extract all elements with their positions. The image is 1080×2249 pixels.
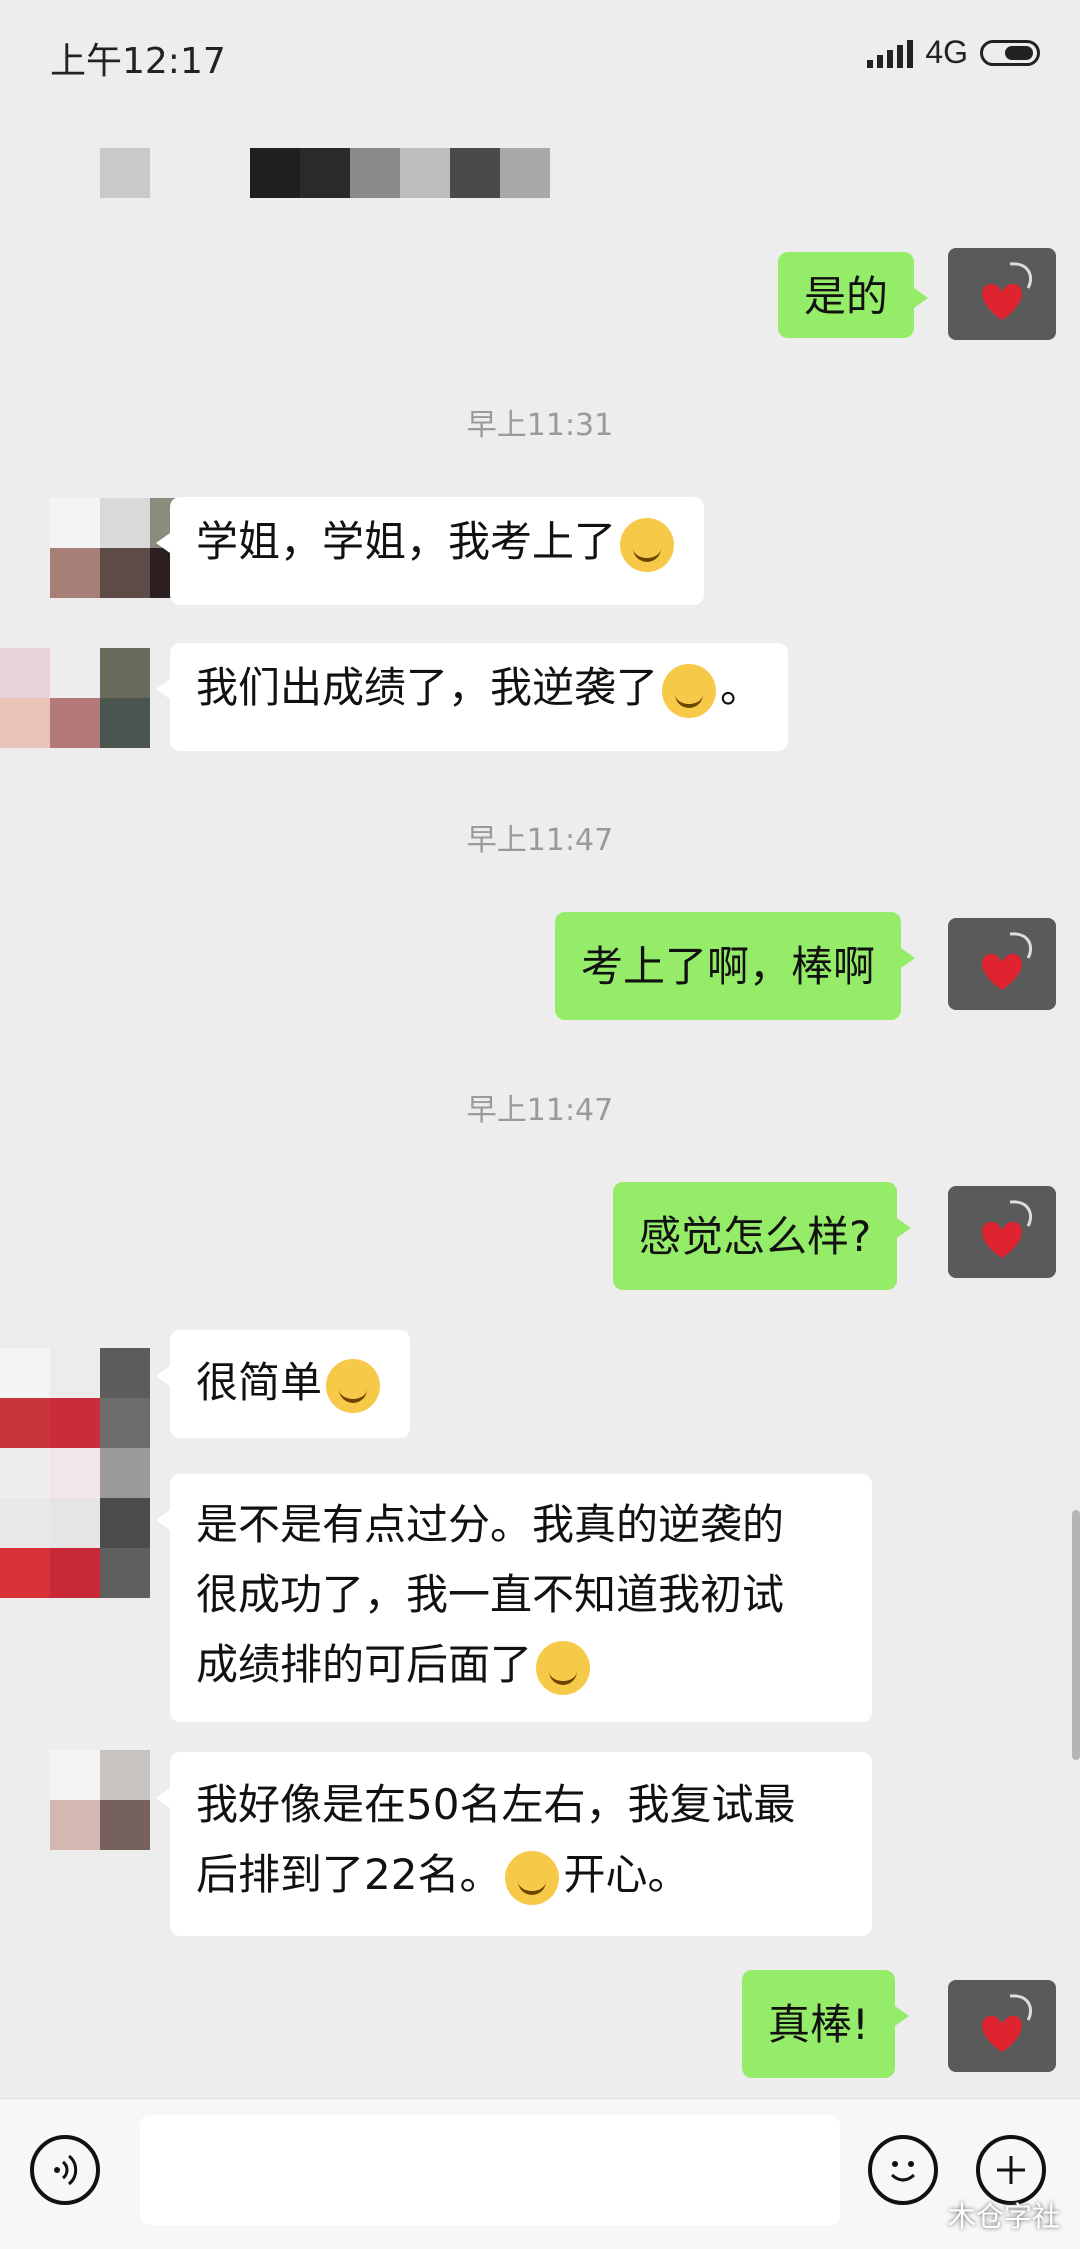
- voice-button[interactable]: [30, 2135, 100, 2205]
- message-contact[interactable]: 我们出成绩了，我逆袭了。: [155, 643, 789, 751]
- message-self[interactable]: 感觉怎么样?: [613, 1182, 912, 1290]
- status-indicators: 4G: [867, 34, 1040, 71]
- message-self[interactable]: 真棒!: [742, 1970, 909, 2078]
- thinking-face-emoji: [505, 1850, 560, 1905]
- emoji-icon: [890, 2161, 916, 2182]
- signal-icon: [867, 38, 914, 68]
- message-contact[interactable]: 是不是有点过分。我真的逆袭的 很成功了，我一直不知道我初试 成绩排的可后面了: [156, 1474, 872, 1722]
- heart-stethoscope-icon: [982, 1994, 1033, 2052]
- timestamp: 早上11:31: [466, 408, 614, 443]
- self-avatar[interactable]: [948, 248, 1056, 340]
- timestamp: 早上11:47: [466, 1093, 614, 1128]
- laughing-tears-emoji: [536, 1640, 591, 1695]
- status-time: 上午12:17: [50, 41, 226, 82]
- watermark: 木仓字社: [947, 2200, 1060, 2233]
- voice-icon: [54, 2154, 78, 2186]
- smirk-face-emoji: [326, 1358, 381, 1413]
- heart-stethoscope-icon: [982, 1200, 1033, 1258]
- emoji-button[interactable]: [868, 2135, 938, 2205]
- message-self[interactable]: 是的: [778, 252, 929, 338]
- contact-avatar[interactable]: [0, 648, 150, 748]
- contact-avatar[interactable]: [0, 1348, 150, 1598]
- thinking-face-emoji: [620, 517, 675, 572]
- self-avatar[interactable]: [948, 1186, 1056, 1278]
- contact-avatar[interactable]: [50, 1750, 150, 1850]
- scrollbar[interactable]: [1072, 1510, 1080, 1760]
- timestamp: 早上11:47: [466, 823, 614, 858]
- crying-face-emoji: [662, 663, 717, 718]
- message-self[interactable]: 考上了啊，棒啊: [555, 912, 916, 1020]
- self-avatar[interactable]: [948, 1980, 1056, 2072]
- plus-icon: [997, 2156, 1025, 2184]
- heart-stethoscope-icon: [982, 262, 1033, 320]
- contact-name-blurred: [250, 148, 550, 198]
- network-type: 4G: [925, 34, 968, 70]
- message-contact[interactable]: 我好像是在50名左右，我复试最 后排到了22名。 开心。: [156, 1752, 872, 1936]
- message-input[interactable]: [140, 2115, 840, 2225]
- contact-title-blurred: [100, 148, 150, 198]
- message-contact[interactable]: 很简单: [155, 1330, 411, 1438]
- battery-icon: [980, 39, 1040, 66]
- heart-stethoscope-icon: [982, 932, 1033, 990]
- self-avatar[interactable]: [948, 918, 1056, 1010]
- message-contact[interactable]: 学姐，学姐，我考上了: [155, 497, 705, 605]
